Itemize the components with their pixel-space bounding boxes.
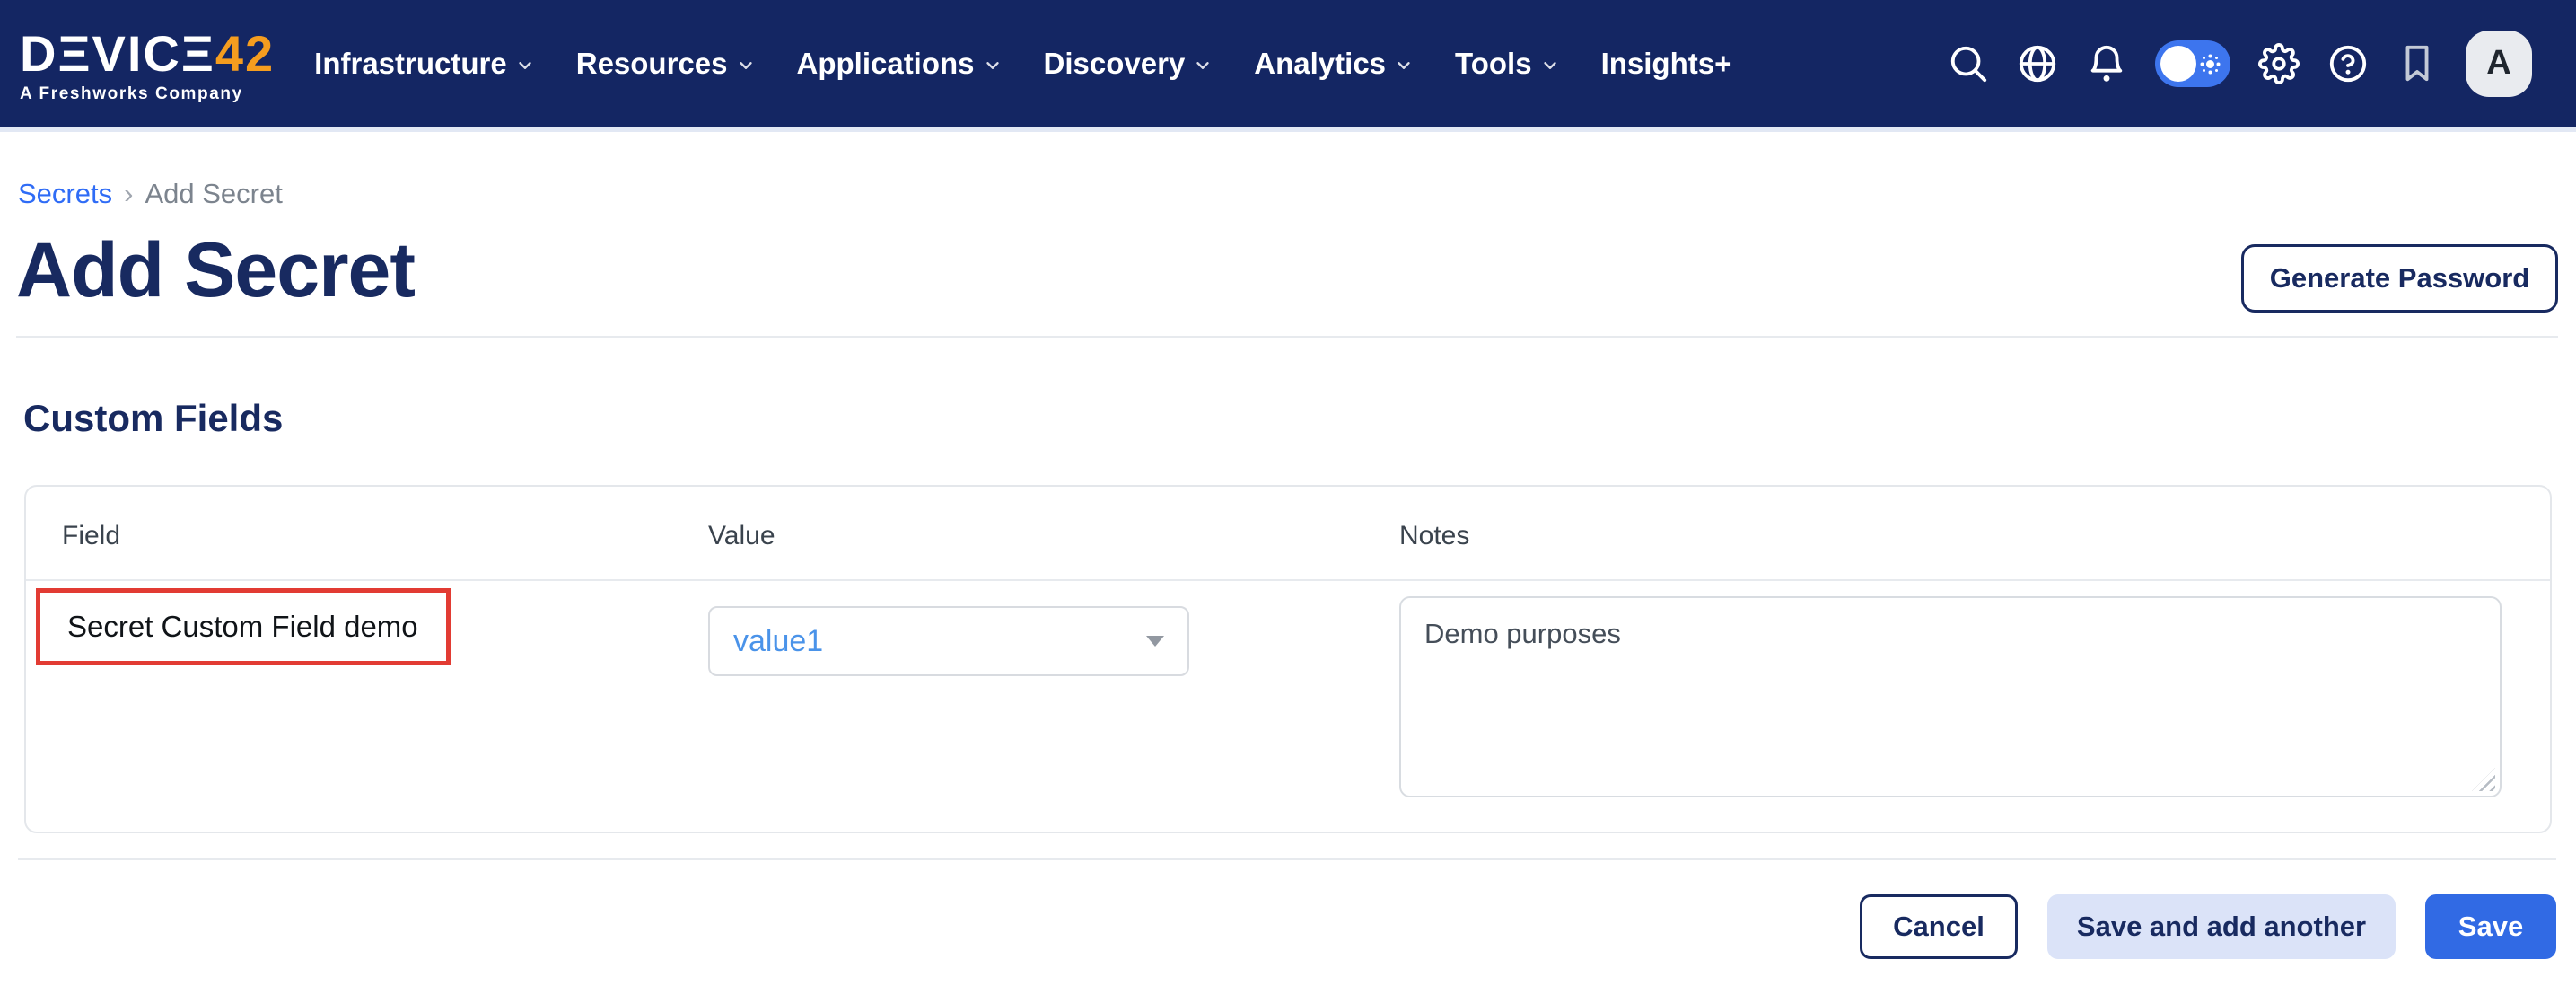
form-actions: Cancel Save and add another Save bbox=[1860, 894, 2556, 959]
navbar-accent-strip bbox=[0, 127, 2576, 132]
caret-down-icon bbox=[1146, 636, 1164, 647]
custom-fields-heading: Custom Fields bbox=[23, 397, 283, 440]
custom-field-name: Secret Custom Field demo bbox=[67, 610, 418, 644]
toggle-knob bbox=[2160, 46, 2196, 82]
settings-gear-icon[interactable] bbox=[2258, 43, 2300, 84]
breadcrumb: Secrets › Add Secret bbox=[18, 178, 283, 210]
notes-field-wrap: Demo purposes bbox=[1399, 596, 2502, 797]
cancel-button[interactable]: Cancel bbox=[1860, 894, 2018, 959]
nav-item-resources[interactable]: Resources bbox=[576, 47, 756, 81]
device42-logo[interactable]: DΞVICΞ42 A Freshworks Company bbox=[20, 29, 275, 104]
nav-item-label: Applications bbox=[797, 47, 975, 81]
chevron-down-icon bbox=[515, 56, 535, 75]
custom-fields-card: Field Value Notes Secret Custom Field de… bbox=[24, 485, 2552, 833]
breadcrumb-current: Add Secret bbox=[145, 178, 282, 210]
nav-item-insights[interactable]: Insights+ bbox=[1601, 47, 1732, 81]
nav-item-applications[interactable]: Applications bbox=[797, 47, 1003, 81]
nav-item-discovery[interactable]: Discovery bbox=[1044, 47, 1214, 81]
navbar-actions: A bbox=[1948, 31, 2576, 97]
save-and-add-another-button[interactable]: Save and add another bbox=[2047, 894, 2396, 959]
bookmark-icon[interactable] bbox=[2396, 43, 2438, 84]
nav-item-tools[interactable]: Tools bbox=[1455, 47, 1560, 81]
nav-item-label: Discovery bbox=[1044, 47, 1186, 81]
notes-textarea[interactable]: Demo purposes bbox=[1399, 596, 2502, 797]
chevron-down-icon bbox=[1540, 56, 1560, 75]
avatar-initial: A bbox=[2486, 44, 2510, 83]
breadcrumb-separator: › bbox=[124, 178, 133, 210]
help-icon[interactable] bbox=[2327, 43, 2369, 84]
nav-item-label: Tools bbox=[1455, 47, 1532, 81]
logo-tagline: A Freshworks Company bbox=[20, 84, 275, 104]
search-icon[interactable] bbox=[1948, 43, 1989, 84]
logo-brand: DΞVICΞ42 bbox=[20, 29, 275, 79]
primary-nav: Infrastructure Resources Applications Di… bbox=[314, 47, 1731, 81]
nav-item-infrastructure[interactable]: Infrastructure bbox=[314, 47, 535, 81]
nav-item-label: Insights+ bbox=[1601, 47, 1732, 81]
generate-password-button[interactable]: Generate Password bbox=[2241, 244, 2558, 313]
avatar[interactable]: A bbox=[2466, 31, 2532, 97]
value-select[interactable]: value1 bbox=[708, 606, 1189, 676]
sun-icon bbox=[2206, 60, 2214, 68]
nav-item-label: Infrastructure bbox=[314, 47, 507, 81]
nav-item-label: Analytics bbox=[1254, 47, 1386, 81]
header-divider bbox=[26, 579, 2550, 581]
select-selected-value: value1 bbox=[733, 624, 823, 659]
nav-item-label: Resources bbox=[576, 47, 728, 81]
notifications-bell-icon[interactable] bbox=[2086, 43, 2127, 84]
title-divider bbox=[16, 336, 2558, 338]
nav-item-analytics[interactable]: Analytics bbox=[1254, 47, 1414, 81]
annotation-red-box: Secret Custom Field demo bbox=[36, 588, 451, 665]
logo-text: DΞVICΞ bbox=[20, 25, 215, 82]
chevron-down-icon bbox=[1394, 56, 1414, 75]
chevron-down-icon bbox=[1193, 56, 1213, 75]
column-header-value: Value bbox=[708, 521, 775, 551]
column-header-notes: Notes bbox=[1399, 521, 1469, 551]
logo-accent-42: 42 bbox=[215, 25, 275, 82]
bottom-divider bbox=[18, 858, 2556, 860]
page-title: Add Secret bbox=[16, 226, 415, 315]
theme-toggle[interactable] bbox=[2155, 40, 2230, 87]
chevron-down-icon bbox=[736, 56, 756, 75]
chevron-down-icon bbox=[983, 56, 1003, 75]
globe-icon[interactable] bbox=[2017, 43, 2058, 84]
column-header-field: Field bbox=[62, 521, 120, 551]
save-button[interactable]: Save bbox=[2425, 894, 2556, 959]
top-navbar: DΞVICΞ42 A Freshworks Company Infrastruc… bbox=[0, 0, 2576, 127]
breadcrumb-secrets-link[interactable]: Secrets bbox=[18, 178, 112, 210]
